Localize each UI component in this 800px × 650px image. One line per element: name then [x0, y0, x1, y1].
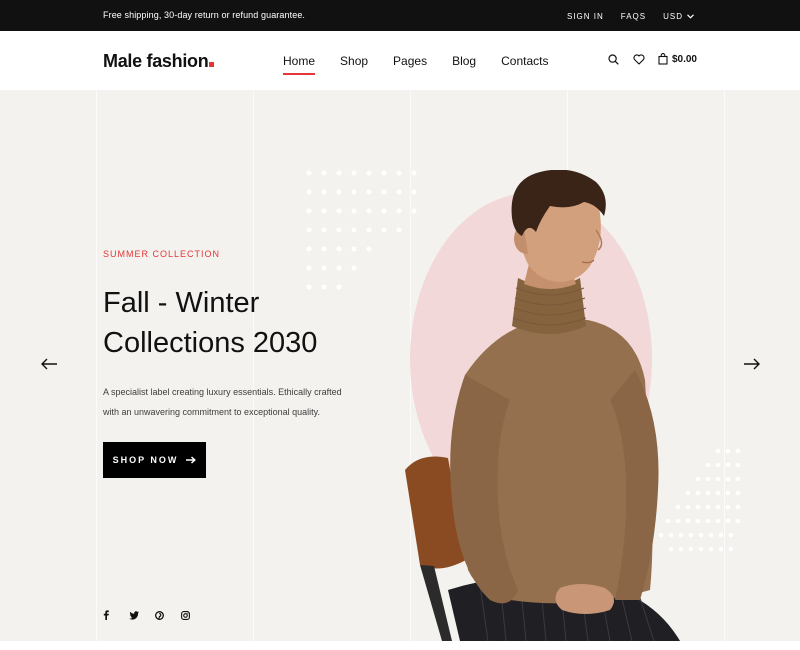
- header-icons: $0.00: [608, 53, 697, 65]
- hero-label: SUMMER COLLECTION: [103, 249, 221, 259]
- faqs-link[interactable]: FAQS: [621, 12, 646, 21]
- logo-dot: [209, 62, 215, 67]
- hero-description: A specialist label creating luxury essen…: [103, 387, 342, 417]
- social-links: [103, 610, 207, 620]
- nav-item-contacts[interactable]: Contacts: [501, 54, 548, 68]
- cart-button[interactable]: $0.00: [658, 53, 697, 65]
- arrow-left-icon: [41, 358, 57, 370]
- instagram-icon[interactable]: [181, 610, 207, 620]
- nav-item-shop[interactable]: Shop: [340, 54, 368, 68]
- logo[interactable]: Male fashion: [103, 51, 215, 72]
- hero-title: Fall - Winter Collections 2030: [103, 287, 318, 359]
- shop-now-button[interactable]: SHOP NOW: [103, 442, 206, 478]
- grid-line: [253, 90, 254, 641]
- search-icon[interactable]: [608, 53, 619, 65]
- shop-now-label: SHOP NOW: [112, 455, 179, 465]
- cart-total: $0.00: [671, 53, 697, 65]
- facebook-icon[interactable]: [103, 610, 129, 620]
- twitter-icon[interactable]: [129, 610, 155, 620]
- arrow-right-icon: [744, 358, 760, 370]
- arrow-right-icon: [186, 456, 197, 464]
- shipping-message: Free shipping, 30-day return or refund g…: [103, 10, 306, 20]
- next-slide-button[interactable]: [743, 356, 761, 372]
- sign-in-link[interactable]: SIGN IN: [567, 12, 604, 21]
- currency-label: USD: [663, 12, 683, 21]
- bag-icon: [658, 53, 668, 65]
- topbar-links: SIGN IN FAQS USD: [567, 12, 694, 21]
- hero-slider: SUMMER COLLECTION Fall - Winter Collecti…: [0, 90, 800, 641]
- currency-selector[interactable]: USD: [663, 12, 694, 21]
- grid-line: [96, 90, 97, 641]
- heart-icon[interactable]: [633, 53, 645, 65]
- main-nav: Home Shop Pages Blog Contacts: [283, 54, 548, 75]
- top-bar: Free shipping, 30-day return or refund g…: [0, 0, 800, 31]
- page-bottom-strip: [0, 641, 800, 650]
- grid-line: [724, 90, 725, 641]
- prev-slide-button[interactable]: [40, 356, 58, 372]
- nav-item-blog[interactable]: Blog: [452, 54, 476, 68]
- nav-item-home[interactable]: Home: [283, 54, 316, 75]
- model-image: [405, 170, 680, 641]
- nav-item-pages[interactable]: Pages: [393, 54, 427, 68]
- chevron-down-icon: [687, 14, 694, 19]
- site-header: Male fashion Home Shop Pages Blog Contac…: [0, 31, 800, 90]
- pinterest-icon[interactable]: [155, 610, 181, 620]
- logo-text: Male fashion: [103, 51, 209, 71]
